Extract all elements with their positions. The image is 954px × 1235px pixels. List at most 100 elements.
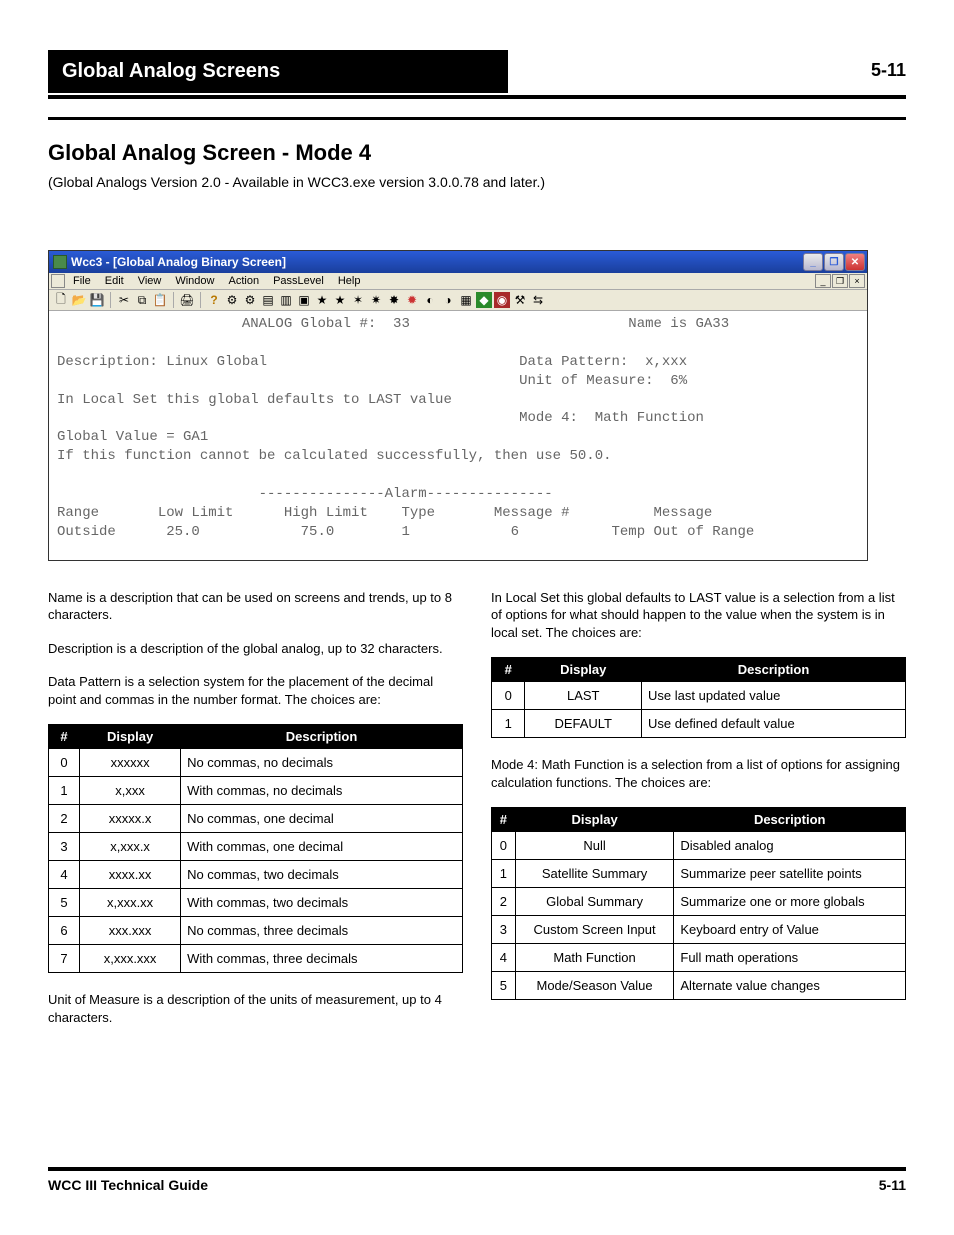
tool-icon[interactable]: ✸: [386, 292, 402, 308]
client-line: Global Value = GA1: [57, 429, 208, 445]
cell-description: No commas, two decimals: [181, 861, 463, 889]
cell-display: xxxx.xx: [80, 861, 181, 889]
table-row: 2Global SummarySummarize one or more glo…: [492, 888, 906, 916]
tool-icon[interactable]: ⚙: [224, 292, 240, 308]
mdi-restore[interactable]: ❐: [832, 274, 848, 288]
col-display: Display: [80, 725, 181, 749]
minimize-button[interactable]: _: [803, 253, 823, 271]
maximize-button[interactable]: ❐: [824, 253, 844, 271]
footer-left: WCC III Technical Guide: [48, 1177, 208, 1193]
cell-num: 0: [49, 749, 80, 777]
copy-icon[interactable]: ⧉: [134, 292, 150, 308]
tool-icon[interactable]: ⚙: [242, 292, 258, 308]
cell-description: No commas, no decimals: [181, 749, 463, 777]
col-description: Description: [674, 808, 906, 832]
right-column: In Local Set this global defaults to LAS…: [491, 589, 906, 1043]
tool-icon[interactable]: ✹: [404, 292, 420, 308]
client-line: Unit of Measure: 6%: [57, 373, 687, 389]
tool-icon[interactable]: ⚒: [512, 292, 528, 308]
table-row: 0LASTUse last updated value: [492, 682, 906, 710]
section-title: Global Analog Screens: [48, 50, 508, 93]
cell-display: LAST: [525, 682, 642, 710]
table-row: 4Math FunctionFull math operations: [492, 944, 906, 972]
cell-description: With commas, one decimal: [181, 833, 463, 861]
cell-description: Disabled analog: [674, 832, 906, 860]
cell-display: x,xxx.x: [80, 833, 181, 861]
menu-help[interactable]: Help: [332, 274, 367, 288]
save-icon[interactable]: 💾: [89, 292, 105, 308]
help-icon[interactable]: ?: [206, 292, 222, 308]
page-title: Global Analog Screen - Mode 4: [48, 140, 906, 166]
cell-description: Use last updated value: [642, 682, 906, 710]
open-icon[interactable]: 📂: [71, 292, 87, 308]
tool-icon[interactable]: ▥: [278, 292, 294, 308]
cell-description: Summarize peer satellite points: [674, 860, 906, 888]
menu-file[interactable]: File: [67, 274, 97, 288]
paste-icon[interactable]: 📋: [152, 292, 168, 308]
cell-display: x,xxx.xxx: [80, 945, 181, 973]
client-area: ANALOG Global #: 33 Name is GA33 Descrip…: [49, 311, 867, 560]
col-display: Display: [525, 658, 642, 682]
tool-icon[interactable]: ★: [314, 292, 330, 308]
cell-display: DEFAULT: [525, 710, 642, 738]
tool-icon[interactable]: ◑: [440, 292, 456, 308]
tool-icon[interactable]: ✷: [368, 292, 384, 308]
cell-display: Mode/Season Value: [515, 972, 674, 1000]
page-footer: WCC III Technical Guide 5-11: [48, 1167, 906, 1193]
menu-edit[interactable]: Edit: [99, 274, 130, 288]
version-description: (Global Analogs Version 2.0 - Available …: [48, 174, 906, 190]
cell-num: 4: [49, 861, 80, 889]
cell-num: 0: [492, 832, 516, 860]
separator-icon: [200, 292, 201, 308]
tool-icon[interactable]: ★: [332, 292, 348, 308]
tool-icon[interactable]: ▤: [260, 292, 276, 308]
separator-icon: [110, 292, 111, 308]
cell-num: 3: [49, 833, 80, 861]
left-column: Name is a description that can be used o…: [48, 589, 463, 1043]
new-icon[interactable]: 🗋: [53, 292, 69, 308]
close-button[interactable]: ✕: [845, 253, 865, 271]
tool-icon[interactable]: ✶: [350, 292, 366, 308]
app-icon: [53, 255, 67, 269]
tool-icon[interactable]: ▣: [296, 292, 312, 308]
cell-description: With commas, three decimals: [181, 945, 463, 973]
tool-icon[interactable]: ◆: [476, 292, 492, 308]
cell-description: No commas, three decimals: [181, 917, 463, 945]
cell-description: Keyboard entry of Value: [674, 916, 906, 944]
table-row: 5x,xxx.xxWith commas, two decimals: [49, 889, 463, 917]
client-line: Outside 25.0 75.0 1 6 Temp Out of Range: [57, 524, 754, 540]
menu-window[interactable]: Window: [169, 274, 220, 288]
app-window: Wcc3 - [Global Analog Binary Screen] _ ❐…: [48, 250, 868, 561]
mdi-minimize[interactable]: _: [815, 274, 831, 288]
cell-description: With commas, no decimals: [181, 777, 463, 805]
table-row: 1Satellite SummarySummarize peer satelli…: [492, 860, 906, 888]
print-icon[interactable]: 🖨: [179, 292, 195, 308]
tool-icon[interactable]: ▦: [458, 292, 474, 308]
menu-view[interactable]: View: [132, 274, 168, 288]
tool-icon[interactable]: ⇆: [530, 292, 546, 308]
tool-icon[interactable]: ◐: [422, 292, 438, 308]
cell-num: 2: [49, 805, 80, 833]
cell-display: Null: [515, 832, 674, 860]
cell-num: 5: [49, 889, 80, 917]
client-line: Range Low Limit High Limit Type Message …: [57, 505, 712, 521]
footer-right: 5-11: [879, 1177, 906, 1193]
window-title: Wcc3 - [Global Analog Binary Screen]: [71, 255, 286, 269]
table-row: 3Custom Screen InputKeyboard entry of Va…: [492, 916, 906, 944]
mode-intro: Mode 4: Math Function is a selection fro…: [491, 756, 906, 791]
mdi-close[interactable]: ×: [849, 274, 865, 288]
cell-display: Satellite Summary: [515, 860, 674, 888]
menu-action[interactable]: Action: [222, 274, 265, 288]
cell-num: 5: [492, 972, 516, 1000]
col-num: #: [49, 725, 80, 749]
cell-display: Custom Screen Input: [515, 916, 674, 944]
cell-description: Full math operations: [674, 944, 906, 972]
cell-description: With commas, two decimals: [181, 889, 463, 917]
table-row: 0xxxxxxNo commas, no decimals: [49, 749, 463, 777]
cut-icon[interactable]: ✂: [116, 292, 132, 308]
client-line: If this function cannot be calculated su…: [57, 448, 612, 464]
menu-passlevel[interactable]: PassLevel: [267, 274, 330, 288]
tool-icon[interactable]: ◉: [494, 292, 510, 308]
col-num: #: [492, 658, 525, 682]
menu-bar: File Edit View Window Action PassLevel H…: [49, 273, 867, 290]
